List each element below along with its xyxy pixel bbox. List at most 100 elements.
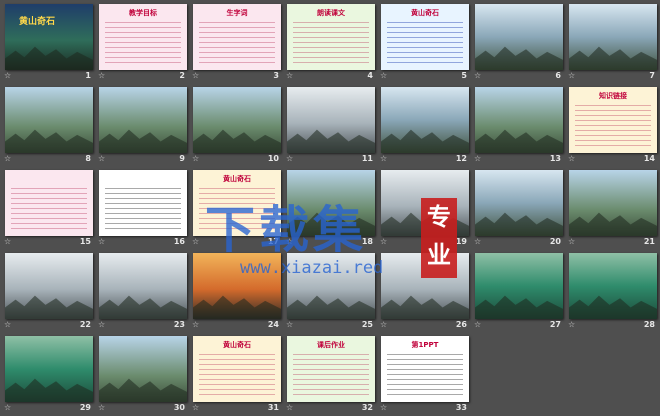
slide-preview[interactable] xyxy=(5,253,93,319)
slide-preview[interactable] xyxy=(5,170,93,236)
slide-transition-icon: ☆ xyxy=(568,320,576,329)
slide-thumbnail-23[interactable]: ☆ 23 xyxy=(95,250,189,333)
slide-preview[interactable]: 黄山奇石 xyxy=(381,4,469,70)
slide-thumbnail-29[interactable]: ☆ 29 xyxy=(1,333,95,416)
slide-text-lines xyxy=(387,18,463,66)
slide-preview[interactable] xyxy=(99,87,187,153)
slide-thumbnail-19[interactable]: ☆ 19 xyxy=(377,167,471,250)
slide-thumbnail-28[interactable]: ☆ 28 xyxy=(565,250,659,333)
slide-preview[interactable] xyxy=(569,170,657,236)
slide-number: 10 xyxy=(267,154,279,163)
slide-number: 12 xyxy=(455,154,467,163)
slide-preview[interactable] xyxy=(287,87,375,153)
slide-number: 5 xyxy=(461,71,467,80)
slide-transition-icon: ☆ xyxy=(98,154,106,163)
slide-text-lines xyxy=(105,184,181,232)
slide-transition-icon: ☆ xyxy=(568,154,576,163)
slide-thumbnail-30[interactable]: ☆ 30 xyxy=(95,333,189,416)
slide-transition-icon: ☆ xyxy=(474,154,482,163)
slide-thumbnail-4[interactable]: 朗读课文 ☆ 4 xyxy=(283,1,377,84)
slide-thumbnail-22[interactable]: ☆ 22 xyxy=(1,250,95,333)
slide-preview[interactable]: 黄山奇石 xyxy=(5,4,93,70)
mountain-graphic xyxy=(475,127,563,153)
slide-preview[interactable] xyxy=(5,336,93,402)
slide-thumbnail-21[interactable]: ☆ 21 xyxy=(565,167,659,250)
slide-thumbnail-6[interactable]: ☆ 6 xyxy=(471,1,565,84)
slide-preview[interactable] xyxy=(381,253,469,319)
slide-preview[interactable] xyxy=(193,253,281,319)
slide-preview[interactable] xyxy=(5,87,93,153)
slide-title: 第1PPT xyxy=(411,341,439,349)
slide-preview[interactable] xyxy=(287,253,375,319)
slide-preview[interactable] xyxy=(569,253,657,319)
slide-thumbnail-1[interactable]: 黄山奇石 ☆ 1 xyxy=(1,1,95,84)
slide-preview[interactable] xyxy=(569,4,657,70)
slide-preview[interactable]: 教学目标 xyxy=(99,4,187,70)
slide-thumbnail-31[interactable]: 黄山奇石 ☆ 31 xyxy=(189,333,283,416)
slide-number: 26 xyxy=(455,320,467,329)
slide-thumbnail-2[interactable]: 教学目标 ☆ 2 xyxy=(95,1,189,84)
slide-preview[interactable]: 黄山奇石 xyxy=(193,170,281,236)
slide-thumbnail-13[interactable]: ☆ 13 xyxy=(471,84,565,167)
mountain-graphic xyxy=(193,293,281,319)
mountain-graphic xyxy=(287,293,375,319)
slide-thumbnail-8[interactable]: ☆ 8 xyxy=(1,84,95,167)
slide-number: 4 xyxy=(367,71,373,80)
slide-preview[interactable] xyxy=(381,87,469,153)
slide-thumbnail-10[interactable]: ☆ 10 xyxy=(189,84,283,167)
slide-preview[interactable] xyxy=(99,336,187,402)
slide-preview[interactable]: 课后作业 xyxy=(287,336,375,402)
slide-preview[interactable] xyxy=(99,170,187,236)
slide-thumbnail-32[interactable]: 课后作业 ☆ 32 xyxy=(283,333,377,416)
slide-preview[interactable]: 知识链接 xyxy=(569,87,657,153)
slide-preview[interactable] xyxy=(193,87,281,153)
slide-number: 31 xyxy=(267,403,279,412)
slide-thumbnail-14[interactable]: 知识链接 ☆ 14 xyxy=(565,84,659,167)
slide-preview[interactable] xyxy=(287,170,375,236)
mountain-graphic xyxy=(569,210,657,236)
slide-thumbnail-3[interactable]: 生字词 ☆ 3 xyxy=(189,1,283,84)
slide-text-lines xyxy=(575,101,651,149)
mountain-graphic xyxy=(381,293,469,319)
slide-thumbnail-18[interactable]: ☆ 18 xyxy=(283,167,377,250)
slide-preview[interactable] xyxy=(99,253,187,319)
slide-number: 11 xyxy=(361,154,373,163)
slide-number: 6 xyxy=(555,71,561,80)
slide-preview[interactable] xyxy=(475,170,563,236)
slide-transition-icon: ☆ xyxy=(4,237,12,246)
slide-preview[interactable] xyxy=(475,253,563,319)
slide-thumbnail-20[interactable]: ☆ 20 xyxy=(471,167,565,250)
slide-thumbnail-26[interactable]: ☆ 26 xyxy=(377,250,471,333)
slide-thumbnail-16[interactable]: ☆ 16 xyxy=(95,167,189,250)
slide-preview[interactable]: 生字词 xyxy=(193,4,281,70)
slide-number: 1 xyxy=(85,71,91,80)
slide-thumbnail-7[interactable]: ☆ 7 xyxy=(565,1,659,84)
slide-transition-icon: ☆ xyxy=(286,237,294,246)
slide-preview[interactable]: 第1PPT xyxy=(381,336,469,402)
slide-thumbnail-9[interactable]: ☆ 9 xyxy=(95,84,189,167)
slide-thumbnail-17[interactable]: 黄山奇石 ☆ 17 xyxy=(189,167,283,250)
slide-number: 13 xyxy=(549,154,561,163)
slide-thumbnail-12[interactable]: ☆ 12 xyxy=(377,84,471,167)
slide-title: 黄山奇石 xyxy=(19,17,56,27)
slide-transition-icon: ☆ xyxy=(286,320,294,329)
slide-transition-icon: ☆ xyxy=(4,320,12,329)
slide-thumbnail-5[interactable]: 黄山奇石 ☆ 5 xyxy=(377,1,471,84)
slide-preview[interactable]: 朗读课文 xyxy=(287,4,375,70)
slide-thumbnail-24[interactable]: ☆ 24 xyxy=(189,250,283,333)
slide-text-lines xyxy=(199,184,275,232)
slide-preview[interactable]: 黄山奇石 xyxy=(193,336,281,402)
slide-thumbnail-15[interactable]: ☆ 15 xyxy=(1,167,95,250)
mountain-graphic xyxy=(475,293,563,319)
slide-transition-icon: ☆ xyxy=(98,237,106,246)
slide-preview[interactable] xyxy=(475,87,563,153)
slide-preview[interactable] xyxy=(381,170,469,236)
slide-preview[interactable] xyxy=(475,4,563,70)
slide-thumbnail-33[interactable]: 第1PPT ☆ 33 xyxy=(377,333,471,416)
slide-thumbnail-27[interactable]: ☆ 27 xyxy=(471,250,565,333)
slide-thumbnail-25[interactable]: ☆ 25 xyxy=(283,250,377,333)
mountain-graphic xyxy=(381,210,469,236)
slide-thumbnail-11[interactable]: ☆ 11 xyxy=(283,84,377,167)
slide-number: 27 xyxy=(549,320,561,329)
slide-number: 33 xyxy=(455,403,467,412)
